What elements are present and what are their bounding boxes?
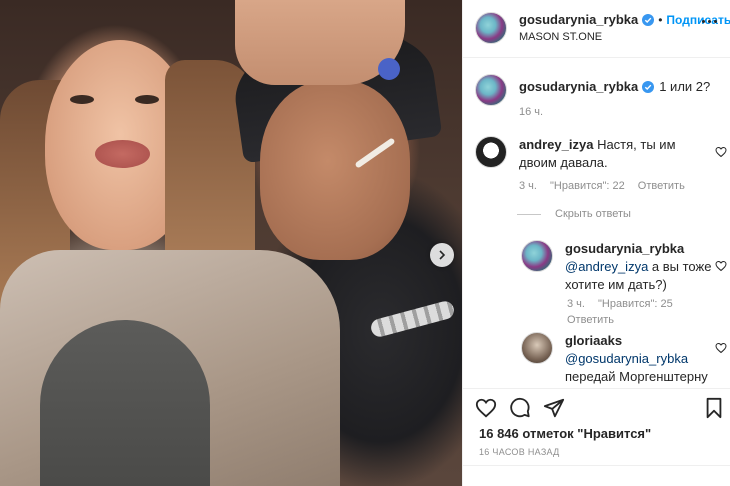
- reply-mention[interactable]: @gosudarynia_rybka: [565, 350, 715, 368]
- reply-item: gosudarynia_rybka @andrey_izya а вы тоже…: [521, 240, 715, 294]
- photo-detail: [70, 95, 94, 104]
- photo-detail: [369, 299, 456, 339]
- comments-list[interactable]: gosudarynia_rybka 1 или 2? 16 ч. andrey_…: [463, 58, 730, 388]
- author-avatar[interactable]: [475, 12, 507, 44]
- likes-count[interactable]: 16 846 отметок "Нравится": [479, 426, 651, 441]
- comment-time: 3 ч.: [519, 180, 537, 192]
- post-header: gosudarynia_rybka • Подписаться MASON ST…: [463, 0, 730, 58]
- commenter-avatar[interactable]: [475, 136, 507, 168]
- location-link[interactable]: MASON ST.ONE: [519, 29, 730, 45]
- bookmark-icon[interactable]: [703, 397, 725, 419]
- hide-replies-label: Скрыть ответы: [555, 208, 631, 220]
- comment-like-heart-icon[interactable]: [715, 146, 727, 158]
- reply-item: gloriaaks @gosudarynia_rybka передай Мор…: [521, 332, 715, 386]
- divider: [517, 213, 541, 215]
- caption-time: 16 ч.: [519, 106, 544, 118]
- replier-avatar[interactable]: [521, 240, 553, 272]
- reply-time: 3 ч.: [567, 298, 585, 310]
- post-timestamp: 16 ЧАСОВ НАЗАД: [479, 447, 560, 457]
- hide-replies-button[interactable]: Скрыть ответы: [517, 208, 631, 220]
- reply-meta-2: Ответить: [567, 314, 624, 326]
- caption-meta: 16 ч.: [519, 106, 553, 118]
- caption: gosudarynia_rybka 1 или 2?: [475, 74, 710, 106]
- reply-likes-count[interactable]: "Нравится": 25: [598, 298, 673, 310]
- author-info: gosudarynia_rybka • Подписаться MASON ST…: [519, 12, 730, 45]
- post-actions: 16 846 отметок "Нравится" 16 ЧАСОВ НАЗАД: [463, 388, 730, 486]
- more-options-icon[interactable]: [702, 14, 720, 28]
- reply-username[interactable]: gosudarynia_rybka: [565, 240, 715, 258]
- photo-detail: [135, 95, 159, 104]
- follow-button[interactable]: Подписаться: [666, 12, 730, 28]
- reply-like-heart-icon[interactable]: [715, 260, 727, 272]
- reply-like-heart-icon[interactable]: [715, 342, 727, 354]
- verified-badge-icon: [642, 14, 655, 26]
- replier-avatar[interactable]: [521, 332, 553, 364]
- comment-likes-count[interactable]: "Нравится": 22: [550, 180, 625, 192]
- reply-meta: 3 ч. "Нравится": 25: [567, 298, 683, 310]
- caption-text: 1 или 2?: [659, 79, 711, 94]
- photo-detail: [40, 320, 210, 486]
- chevron-right-icon: [439, 250, 446, 260]
- caption-username[interactable]: gosudarynia_rybka: [519, 78, 638, 96]
- author-avatar[interactable]: [475, 74, 507, 106]
- post-side-panel: gosudarynia_rybka • Подписаться MASON ST…: [462, 0, 730, 486]
- comment-bubble-icon[interactable]: [509, 397, 531, 419]
- comment-item: andrey_izya Настя, ты им двоим давала.: [475, 136, 704, 172]
- share-paper-plane-icon[interactable]: [543, 397, 565, 419]
- reply-mention[interactable]: @andrey_izya: [565, 259, 648, 274]
- reply-username[interactable]: gloriaaks: [565, 332, 715, 350]
- photo-detail: [378, 58, 400, 80]
- post-photo[interactable]: [0, 0, 462, 486]
- separator-dot: •: [658, 13, 663, 27]
- author-username[interactable]: gosudarynia_rybka: [519, 12, 638, 28]
- carousel-next-button[interactable]: [430, 243, 454, 267]
- add-comment-area[interactable]: [463, 465, 730, 486]
- verified-badge-icon: [642, 81, 655, 93]
- reply-text: передай Моргенштерну: [565, 369, 708, 384]
- comment-reply-button[interactable]: Ответить: [638, 180, 685, 192]
- comment-meta: 3 ч. "Нравится": 22 Ответить: [519, 180, 695, 192]
- comment-username[interactable]: andrey_izya: [519, 137, 593, 152]
- photo-detail: [260, 80, 410, 260]
- photo-detail: [95, 140, 150, 168]
- reply-reply-button[interactable]: Ответить: [567, 314, 614, 326]
- like-heart-icon[interactable]: [475, 397, 497, 419]
